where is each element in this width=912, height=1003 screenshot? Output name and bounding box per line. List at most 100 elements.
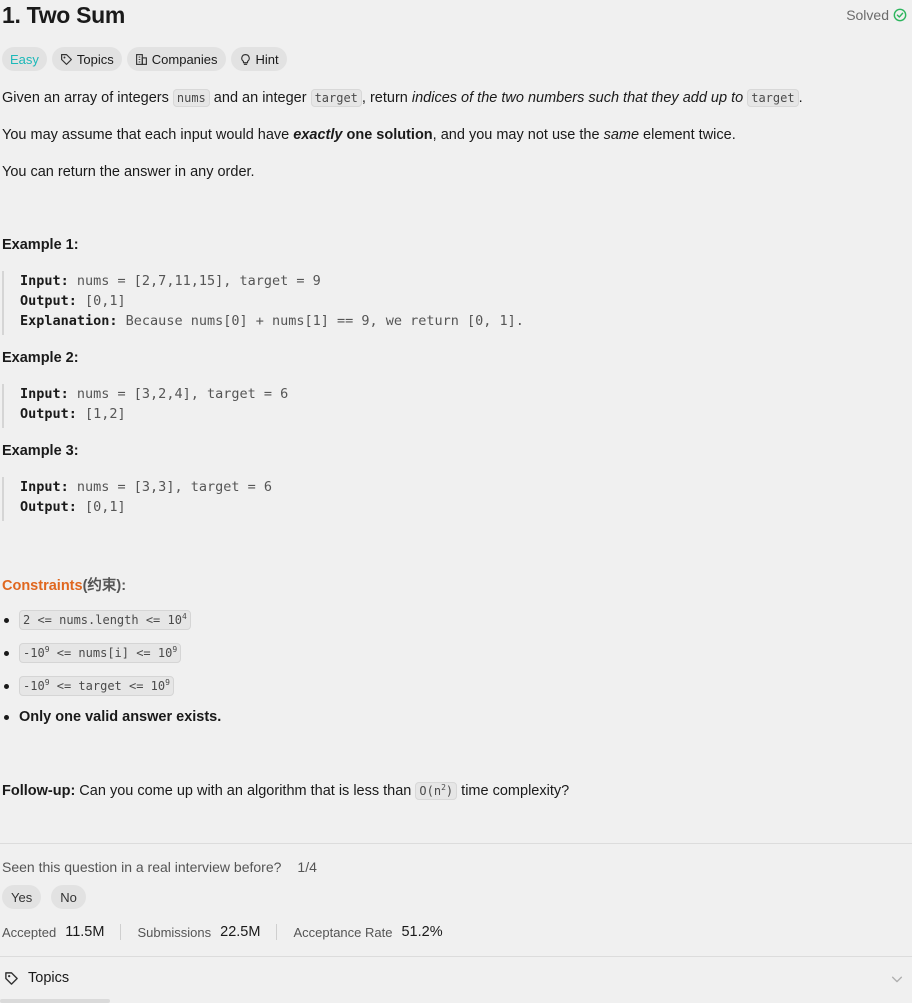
bullet-icon bbox=[4, 714, 9, 720]
constraint-text: 2 <= nums.length <= 10 bbox=[23, 613, 182, 627]
desc-text: and an integer bbox=[209, 90, 311, 106]
example-3-block: Input: nums = [3,3], target = 6 Output: … bbox=[2, 477, 272, 521]
constraint-text: Only one valid answer exists. bbox=[19, 709, 222, 725]
solved-status: Solved bbox=[846, 7, 907, 23]
constraint-text: -10 bbox=[23, 646, 45, 660]
desc-text: You may assume that each input would hav… bbox=[2, 127, 294, 143]
example-3-input-line: Input: nums = [3,3], target = 6 bbox=[20, 477, 272, 497]
accepted-value: 11.5M bbox=[65, 924, 105, 940]
desc-text: element twice. bbox=[639, 127, 736, 143]
description-paragraph-2: You may assume that each input would hav… bbox=[2, 126, 902, 144]
bullet-icon bbox=[4, 617, 9, 623]
output-value: [0,1] bbox=[76, 293, 126, 309]
example-1-explanation-line: Explanation: Because nums[0] + nums[1] =… bbox=[20, 311, 524, 331]
follow-up-text: time complexity? bbox=[457, 783, 570, 799]
desc-emphasis: same bbox=[603, 127, 640, 143]
chevron-down-icon bbox=[891, 976, 903, 983]
example-1-output-line: Output: [0,1] bbox=[20, 291, 524, 311]
stats-separator bbox=[120, 924, 122, 940]
stats-bar: Accepted 11.5M Submissions 22.5M Accepta… bbox=[2, 924, 443, 940]
follow-up-label: Follow-up: bbox=[2, 783, 76, 799]
input-label: Input: bbox=[20, 273, 69, 289]
tag-icon bbox=[60, 53, 72, 65]
solved-label: Solved bbox=[846, 7, 889, 23]
problem-title: 1. Two Sum bbox=[2, 2, 126, 28]
topics-accordion-label: Topics bbox=[28, 970, 70, 986]
example-3-title: Example 3: bbox=[2, 443, 79, 459]
output-label: Output: bbox=[20, 499, 77, 515]
constraint-sup: 4 bbox=[181, 612, 187, 621]
output-label: Output: bbox=[20, 293, 77, 309]
complexity-code: O(n2) bbox=[415, 782, 458, 800]
output-label: Output: bbox=[20, 406, 77, 422]
horizontal-scrollbar[interactable] bbox=[0, 999, 110, 1003]
desc-text: . bbox=[798, 90, 803, 106]
inline-code: target bbox=[310, 89, 362, 107]
input-label: Input: bbox=[20, 386, 69, 402]
input-value: nums = [3,3], target = 6 bbox=[68, 479, 272, 495]
topics-tag-button[interactable]: Topics bbox=[51, 47, 122, 71]
constraint-item: -109 <= nums[i] <= 109 bbox=[2, 643, 182, 663]
constraint-code: 2 <= nums.length <= 104 bbox=[19, 610, 191, 630]
constraint-item: 2 <= nums.length <= 104 bbox=[2, 610, 191, 630]
acceptance-rate-value: 51.2% bbox=[401, 924, 443, 940]
description-paragraph-1: Given an array of integers nums and an i… bbox=[2, 89, 902, 107]
interview-question: Seen this question in a real interview b… bbox=[2, 859, 317, 875]
constraints-label: Constraints bbox=[2, 578, 83, 594]
output-value: [0,1] bbox=[76, 499, 126, 515]
desc-strong: one solution bbox=[342, 127, 433, 143]
complexity-text: ) bbox=[445, 784, 454, 798]
constraints-title: Constraints(约束): bbox=[2, 574, 126, 595]
submissions-label: Submissions bbox=[137, 924, 212, 940]
constraint-sup: 9 bbox=[172, 645, 178, 654]
bullet-icon bbox=[4, 650, 9, 656]
desc-emphasis: indices of the two numbers such that the… bbox=[411, 90, 744, 106]
constraint-item: Only one valid answer exists. bbox=[2, 709, 221, 725]
interview-question-text: Seen this question in a real interview b… bbox=[2, 859, 282, 875]
hint-tag-button[interactable]: Hint bbox=[230, 47, 287, 71]
companies-tag-button[interactable]: Companies bbox=[126, 47, 226, 71]
output-value: [1,2] bbox=[76, 406, 126, 422]
constraint-code: -109 <= target <= 109 bbox=[19, 676, 174, 696]
example-1-title: Example 1: bbox=[2, 237, 79, 253]
desc-emphasis: exactly bbox=[293, 127, 343, 143]
example-1-block: Input: nums = [2,7,11,15], target = 9 Ou… bbox=[2, 271, 524, 335]
section-divider bbox=[0, 843, 912, 844]
constraint-text: -10 bbox=[23, 679, 45, 693]
constraint-text: <= nums[i] <= 10 bbox=[49, 646, 173, 660]
topics-tag-label: Topics bbox=[76, 51, 114, 67]
explanation-label: Explanation: bbox=[20, 313, 118, 329]
desc-text: , and you may not use the bbox=[432, 127, 604, 143]
example-2-title: Example 2: bbox=[2, 350, 79, 366]
tag-bar: Easy Topics Companies Hint bbox=[2, 47, 287, 71]
example-3-output-line: Output: [0,1] bbox=[20, 497, 272, 517]
complexity-text: O(n bbox=[419, 784, 442, 798]
yes-button[interactable]: Yes bbox=[2, 885, 42, 909]
constraint-item: -109 <= target <= 109 bbox=[2, 676, 174, 696]
no-button[interactable]: No bbox=[51, 885, 86, 909]
building-icon bbox=[135, 53, 147, 65]
stats-separator bbox=[276, 924, 278, 940]
example-1-input-line: Input: nums = [2,7,11,15], target = 9 bbox=[20, 271, 524, 291]
tag-icon bbox=[5, 971, 18, 985]
difficulty-badge: Easy bbox=[2, 47, 47, 71]
accepted-label: Accepted bbox=[2, 924, 57, 940]
title-row: 1. Two Sum Solved bbox=[2, 2, 910, 30]
constraint-sup: 9 bbox=[165, 678, 170, 687]
desc-text: Given an array of integers bbox=[2, 90, 173, 106]
input-value: nums = [2,7,11,15], target = 9 bbox=[68, 273, 321, 289]
bullet-icon bbox=[4, 683, 9, 689]
acceptance-rate-label: Acceptance Rate bbox=[293, 924, 393, 940]
hint-tag-label: Hint bbox=[255, 51, 279, 67]
example-2-output-line: Output: [1,2] bbox=[20, 404, 288, 424]
description-paragraph-3: You can return the answer in any order. bbox=[2, 164, 255, 180]
explanation-value: Because nums[0] + nums[1] == 9, we retur… bbox=[117, 313, 524, 329]
input-label: Input: bbox=[20, 479, 69, 495]
example-2-block: Input: nums = [3,2,4], target = 6 Output… bbox=[2, 384, 288, 428]
follow-up: Follow-up: Can you come up with an algor… bbox=[2, 782, 570, 800]
topics-accordion[interactable]: Topics bbox=[4, 970, 908, 986]
inline-code: target bbox=[747, 89, 799, 107]
input-value: nums = [3,2,4], target = 6 bbox=[68, 386, 289, 402]
check-circle-icon bbox=[893, 8, 907, 22]
interview-count: 1/4 bbox=[297, 859, 317, 875]
